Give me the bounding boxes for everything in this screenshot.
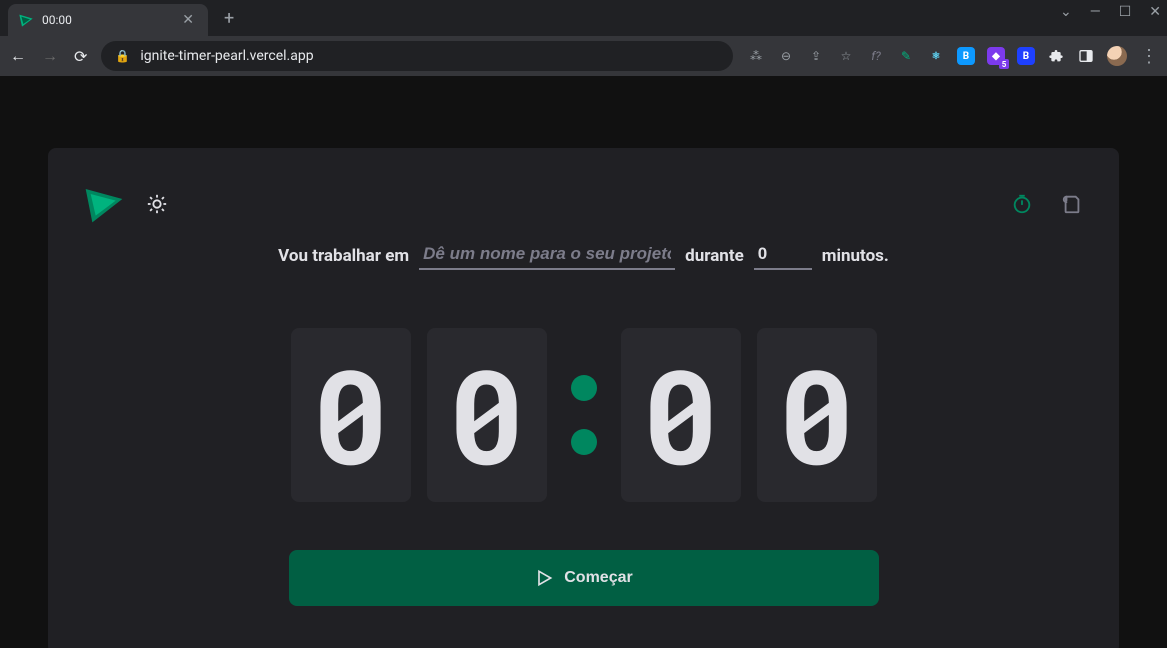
countdown-digit-3: 0 [621, 328, 741, 502]
task-name-input[interactable] [419, 242, 675, 270]
countdown-display: 0 0 0 0 [84, 328, 1083, 502]
lock-icon: 🔒 [115, 49, 130, 63]
profile-avatar[interactable] [1107, 46, 1127, 66]
nav-controls: ← → ⟳ [10, 46, 87, 66]
active-tab[interactable]: 00:00 ✕ [8, 4, 208, 36]
page-viewport: Vou trabalhar em durante minutos. 0 0 0 … [0, 76, 1167, 648]
separator-dot-icon [571, 429, 597, 455]
extension-blue-b2-icon[interactable]: B [1017, 47, 1035, 65]
app-card: Vou trabalhar em durante minutos. 0 0 0 … [48, 148, 1119, 648]
play-icon [534, 568, 554, 588]
minutes-input[interactable] [754, 242, 812, 270]
forward-icon[interactable]: → [42, 46, 58, 66]
extension-pencil-icon[interactable]: ✎ [897, 47, 915, 65]
bookmark-icon[interactable]: ☆ [837, 47, 855, 65]
form-duration-label: durante [685, 246, 744, 266]
window-controls: ⌄ ― ☐ ✕ [1060, 4, 1161, 20]
close-tab-icon[interactable]: ✕ [178, 11, 198, 29]
app-header [84, 184, 1083, 224]
extensions-icon[interactable] [1047, 47, 1065, 65]
translate-icon[interactable]: ⁂ [747, 47, 765, 65]
dropdown-icon[interactable]: ⌄ [1060, 4, 1072, 20]
task-form: Vou trabalhar em durante minutos. [84, 242, 1083, 270]
browser-window: 00:00 ✕ + ⌄ ― ☐ ✕ ← → ⟳ 🔒 ignite-timer-p… [0, 0, 1167, 648]
url-text: ignite-timer-pearl.vercel.app [140, 48, 313, 64]
form-minutes-suffix: minutos. [822, 246, 889, 266]
extension-purple-icon[interactable]: ◆ [987, 47, 1005, 65]
separator-dot-icon [571, 375, 597, 401]
tab-title: 00:00 [42, 13, 170, 27]
tab-strip: 00:00 ✕ + ⌄ ― ☐ ✕ [0, 0, 1167, 36]
reload-icon[interactable]: ⟳ [74, 47, 87, 66]
nav-timer-icon[interactable] [1011, 193, 1033, 215]
form-prefix-label: Vou trabalhar em [278, 246, 409, 266]
maximize-icon[interactable]: ☐ [1119, 4, 1132, 20]
zoom-icon[interactable]: ⊖ [777, 47, 795, 65]
countdown-digit-4: 0 [757, 328, 877, 502]
back-icon[interactable]: ← [10, 46, 26, 66]
toolbar-actions: ⁂ ⊖ ⇪ ☆ f? ✎ ⚛ B ◆ B ⋮ [747, 46, 1157, 66]
start-button[interactable]: Começar [289, 550, 879, 606]
new-tab-button[interactable]: + [214, 4, 244, 33]
favicon-ignite-icon [18, 12, 34, 28]
minimize-icon[interactable]: ― [1090, 4, 1101, 20]
countdown-separator [563, 375, 605, 455]
theme-toggle-button[interactable] [146, 193, 168, 215]
extension-f-icon[interactable]: f? [867, 47, 885, 65]
countdown-digit-1: 0 [291, 328, 411, 502]
ignite-logo-icon [84, 184, 124, 224]
countdown-digit-2: 0 [427, 328, 547, 502]
start-button-label: Começar [564, 569, 632, 587]
side-panel-icon[interactable] [1077, 47, 1095, 65]
react-devtools-icon[interactable]: ⚛ [927, 47, 945, 65]
share-icon[interactable]: ⇪ [807, 47, 825, 65]
browser-toolbar: ← → ⟳ 🔒 ignite-timer-pearl.vercel.app ⁂ … [0, 36, 1167, 76]
address-bar[interactable]: 🔒 ignite-timer-pearl.vercel.app [101, 41, 733, 71]
kebab-menu-icon[interactable]: ⋮ [1139, 47, 1157, 65]
nav-history-icon[interactable] [1061, 193, 1083, 215]
close-window-icon[interactable]: ✕ [1149, 4, 1161, 20]
extension-blue-b-icon[interactable]: B [957, 47, 975, 65]
